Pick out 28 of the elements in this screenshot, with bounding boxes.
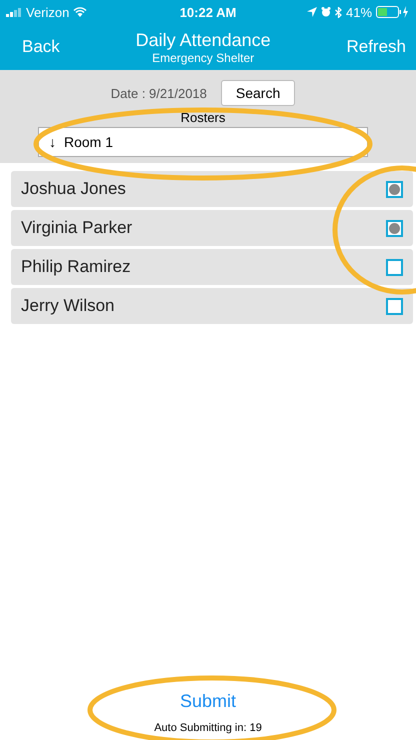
attendance-checkbox[interactable]: [386, 180, 403, 198]
screen-title: Daily Attendance: [136, 30, 271, 50]
attendee-row[interactable]: Philip Ramirez: [11, 249, 413, 285]
attendee-name: Jerry Wilson: [21, 296, 116, 316]
date-label: Date : 9/21/2018: [110, 86, 207, 100]
location-icon: [306, 7, 317, 17]
battery-percent: 41%: [346, 4, 372, 20]
wifi-icon: [73, 7, 88, 17]
rosters-label: Rosters: [180, 110, 226, 125]
roster-dropdown[interactable]: ↓ Room 1: [38, 127, 368, 157]
attendee-row[interactable]: Jerry Wilson: [11, 288, 413, 324]
attendance-checkbox[interactable]: [386, 298, 403, 314]
search-button[interactable]: Search: [220, 80, 296, 106]
attendance-checkbox[interactable]: [386, 220, 403, 236]
auto-submit-countdown: Auto Submitting in: 19: [154, 722, 262, 734]
attendance-checkbox[interactable]: [386, 258, 403, 276]
attendee-row[interactable]: Virginia Parker: [11, 210, 413, 246]
attendee-name: Joshua Jones: [21, 179, 127, 199]
attendee-row[interactable]: Joshua Jones: [11, 171, 413, 207]
bluetooth-icon: [334, 6, 342, 18]
carrier-name: Verizon: [26, 4, 70, 20]
screen-subtitle: Emergency Shelter: [152, 50, 254, 64]
status-time: 10:22 AM: [180, 4, 236, 20]
battery-charging-icon: [376, 6, 410, 18]
attendee-name: Virginia Parker: [21, 218, 134, 238]
alarm-icon: [320, 7, 331, 17]
attendee-name: Philip Ramirez: [21, 257, 132, 277]
signal-icon: [6, 8, 22, 16]
